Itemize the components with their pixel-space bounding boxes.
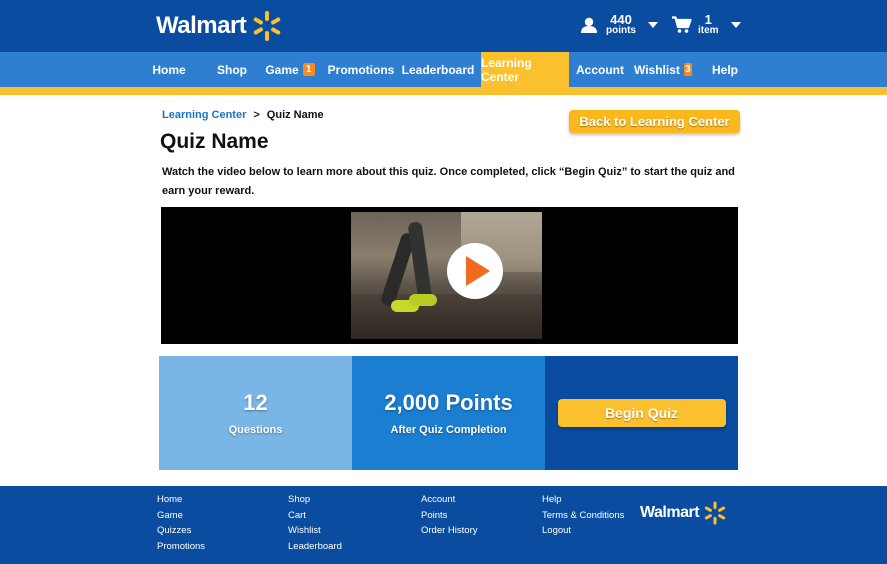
cart-dropdown[interactable]: 1 item bbox=[672, 12, 741, 36]
points-stat: 2,000 Points After Quiz Completion bbox=[352, 356, 545, 470]
page-title: Quiz Name bbox=[160, 130, 269, 153]
footer-column-3: Account Points Order History bbox=[421, 492, 477, 539]
begin-quiz-button[interactable]: Begin Quiz bbox=[557, 399, 726, 427]
footer-link-home[interactable]: Home bbox=[157, 492, 205, 508]
nav-item-help[interactable]: Help bbox=[710, 52, 740, 87]
questions-label: Questions bbox=[228, 424, 283, 436]
back-to-learning-center-button[interactable]: Back to Learning Center bbox=[569, 110, 740, 133]
questions-count: 12 bbox=[243, 390, 268, 415]
spark-icon bbox=[254, 11, 281, 41]
cart-label: item bbox=[698, 25, 719, 36]
breadcrumb-learning-center[interactable]: Learning Center bbox=[162, 109, 246, 121]
nav-label: Promotions bbox=[327, 62, 395, 77]
brand-name: Walmart bbox=[156, 12, 247, 39]
breadcrumb-separator: > bbox=[253, 109, 260, 121]
questions-stat: 12 Questions bbox=[159, 356, 352, 470]
page-description: Watch the video below to learn more abou… bbox=[162, 166, 735, 197]
footer-link-quizzes[interactable]: Quizzes bbox=[157, 523, 205, 539]
reward-points: 2,000 Points bbox=[384, 390, 513, 415]
play-icon bbox=[466, 256, 490, 286]
nav-label: Leaderboard bbox=[401, 62, 475, 77]
nav-item-game[interactable]: Game 1 bbox=[264, 52, 316, 87]
nav-item-home[interactable]: Home bbox=[148, 52, 190, 87]
footer-link-shop[interactable]: Shop bbox=[288, 492, 342, 508]
footer-brand-name: Walmart bbox=[640, 504, 700, 521]
footer-link-leaderboard[interactable]: Leaderboard bbox=[288, 539, 342, 555]
nav-item-learning-center[interactable]: Learning Center bbox=[481, 52, 569, 87]
spark-icon bbox=[704, 501, 726, 525]
footer-link-help[interactable]: Help bbox=[542, 492, 624, 508]
footer-link-points[interactable]: Points bbox=[421, 508, 477, 524]
points-value: 440 bbox=[610, 12, 632, 27]
nav-item-shop[interactable]: Shop bbox=[212, 52, 252, 87]
nav-label: Learning Center bbox=[481, 55, 532, 84]
footer-link-logout[interactable]: Logout bbox=[542, 523, 624, 539]
reward-points-label: After Quiz Completion bbox=[390, 424, 507, 436]
walmart-logo[interactable]: Walmart bbox=[156, 11, 284, 41]
nav-label: Home bbox=[152, 62, 186, 77]
footer-link-promotions[interactable]: Promotions bbox=[157, 539, 205, 555]
user-icon bbox=[581, 17, 597, 33]
nav-label: Help bbox=[711, 62, 738, 77]
wishlist-badge: 3 bbox=[683, 63, 692, 76]
quiz-stats: 12 Questions 2,000 Points After Quiz Com… bbox=[159, 356, 738, 470]
play-button[interactable] bbox=[447, 243, 503, 299]
footer: Home Game Quizzes Promotions Shop Cart W… bbox=[0, 486, 887, 564]
cart-icon bbox=[672, 16, 692, 33]
begin-quiz-panel: Begin Quiz bbox=[545, 356, 738, 470]
footer-column-2: Shop Cart Wishlist Leaderboard bbox=[288, 492, 342, 554]
game-badge: 1 bbox=[302, 63, 315, 76]
footer-link-terms[interactable]: Terms & Conditions bbox=[542, 508, 624, 524]
nav-item-promotions[interactable]: Promotions bbox=[327, 52, 395, 87]
main-nav: Home Shop Game 1 Promotions Leaderboard … bbox=[0, 52, 887, 87]
footer-column-4: Help Terms & Conditions Logout bbox=[542, 492, 624, 539]
cart-count: 1 bbox=[704, 12, 712, 27]
nav-item-account[interactable]: Account bbox=[576, 52, 624, 87]
nav-label: Account bbox=[576, 62, 624, 77]
footer-link-game[interactable]: Game bbox=[157, 508, 205, 524]
footer-link-cart[interactable]: Cart bbox=[288, 508, 342, 524]
footer-link-wishlist[interactable]: Wishlist bbox=[288, 523, 342, 539]
points-label: points bbox=[606, 25, 636, 36]
nav-accent-strip bbox=[0, 87, 887, 95]
points-dropdown[interactable]: 440 points bbox=[580, 12, 658, 36]
top-header: Walmart 440 points 1 item bbox=[0, 0, 887, 52]
footer-link-account[interactable]: Account bbox=[421, 492, 477, 508]
nav-item-wishlist[interactable]: Wishlist 3 bbox=[634, 52, 692, 87]
nav-label: Game bbox=[265, 62, 299, 77]
footer-link-order-history[interactable]: Order History bbox=[421, 523, 477, 539]
nav-label: Shop bbox=[217, 62, 247, 77]
chevron-down-icon bbox=[730, 22, 741, 28]
breadcrumb: Learning Center > Quiz Name bbox=[162, 109, 324, 121]
footer-walmart-logo[interactable]: Walmart bbox=[640, 500, 728, 526]
chevron-down-icon bbox=[648, 22, 658, 28]
nav-label: Wishlist bbox=[634, 62, 680, 77]
nav-item-leaderboard[interactable]: Leaderboard bbox=[401, 52, 475, 87]
footer-column-1: Home Game Quizzes Promotions bbox=[157, 492, 205, 554]
breadcrumb-current: Quiz Name bbox=[266, 109, 324, 121]
